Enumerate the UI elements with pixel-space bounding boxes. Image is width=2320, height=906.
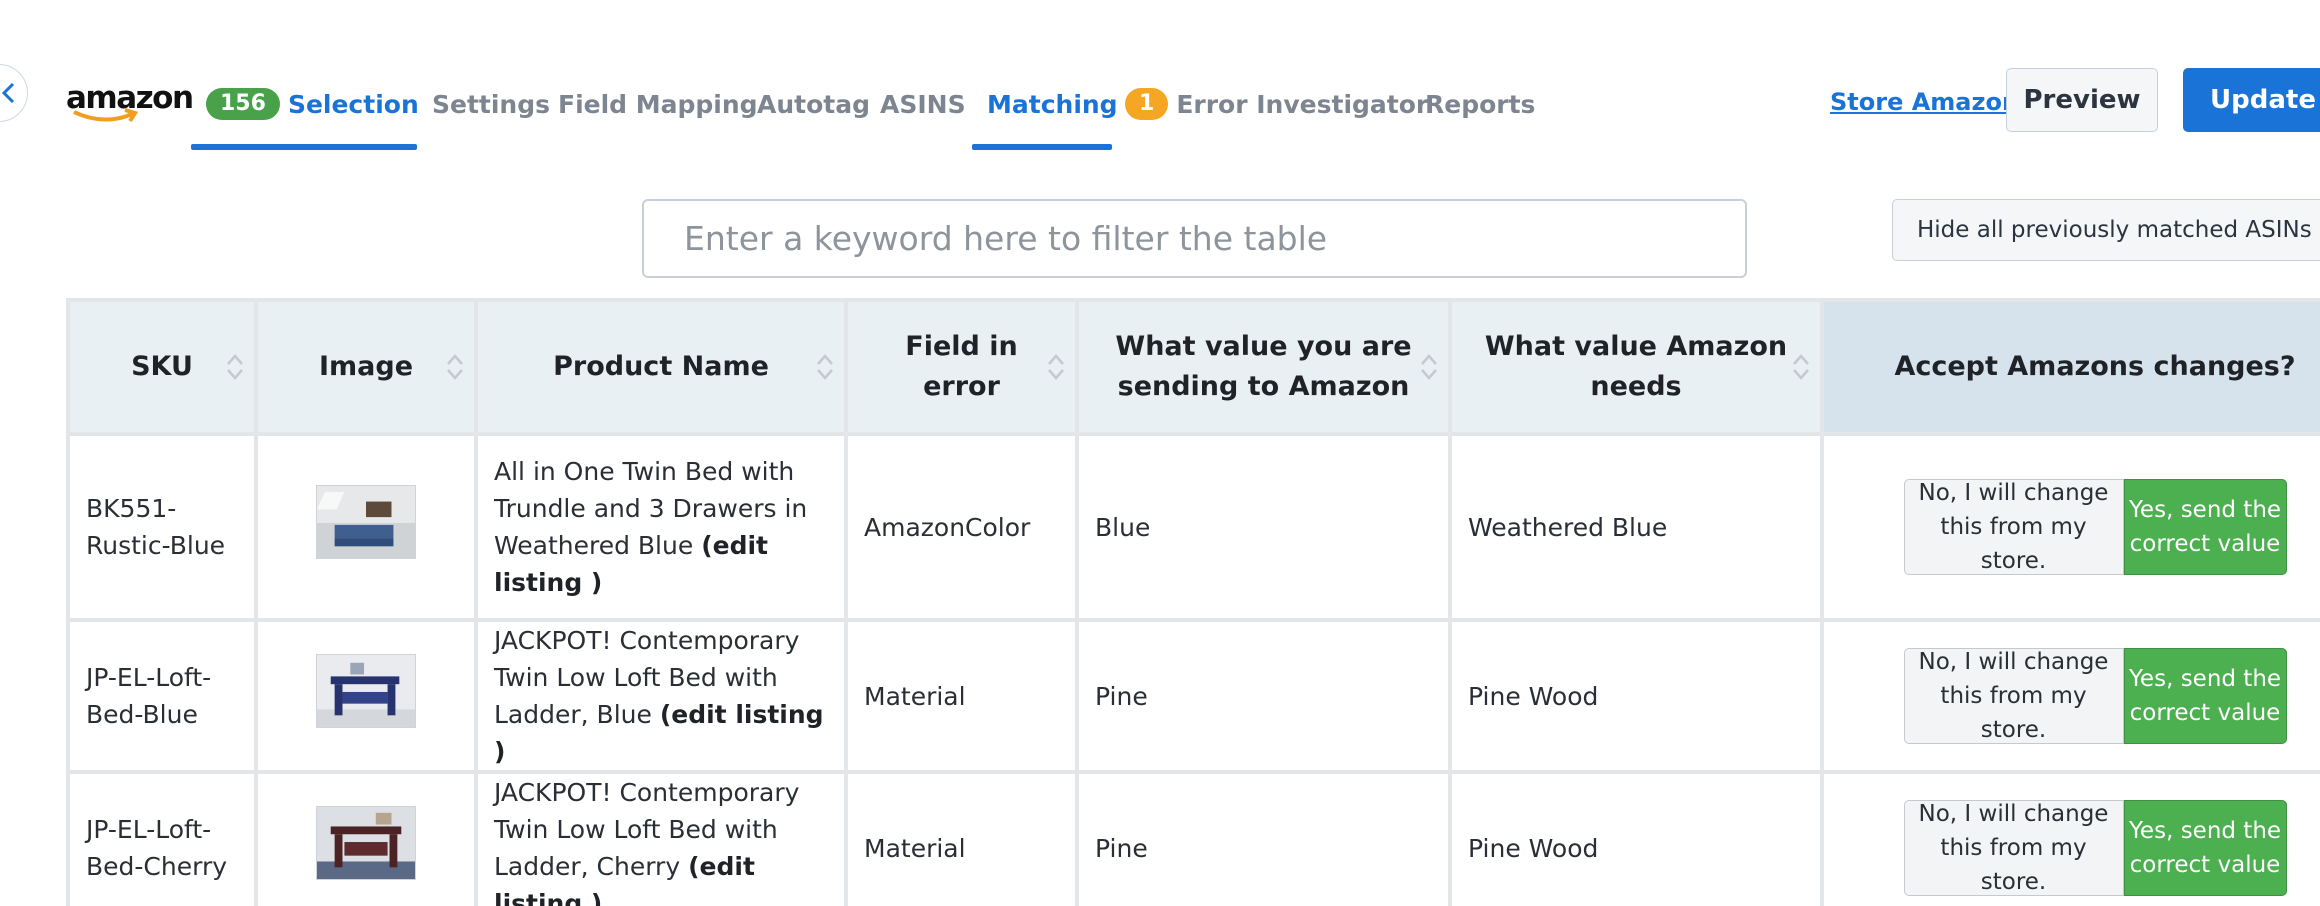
reject-change-button[interactable]: No, I will change this from my store.	[1903, 800, 2124, 896]
sending-value-cell: Pine	[1075, 770, 1452, 906]
sku-cell: JP-EL-Loft-Bed-Blue	[66, 618, 258, 774]
sending-value-cell: Blue	[1075, 432, 1452, 622]
sort-icon	[1793, 354, 1809, 380]
sort-icon	[1421, 354, 1437, 380]
field-in-error-cell: Material	[844, 618, 1079, 774]
update-button[interactable]: Update	[2183, 68, 2320, 132]
table-row: JP-EL-Loft-Bed-Blue JACKPOT! Contemporar…	[66, 618, 2320, 774]
column-header-amazon-value[interactable]: What value Amazon needs	[1448, 298, 1824, 436]
column-header-accept-changes[interactable]: Accept Amazons changes?	[1820, 298, 2320, 436]
accept-choice-group: No, I will change this from my store. Ye…	[1840, 800, 2320, 896]
column-header-sending-value[interactable]: What value you are sending to Amazon	[1075, 298, 1452, 436]
amazon-value-cell: Pine Wood	[1448, 618, 1824, 774]
product-thumbnail[interactable]	[316, 485, 416, 559]
column-header-label: What value Amazon needs	[1484, 331, 1788, 402]
error-table: SKU Image Product Name Field in error Wh…	[66, 298, 2320, 906]
sku-cell: BK551-Rustic-Blue	[66, 432, 258, 622]
sending-value-cell: Pine	[1075, 618, 1452, 774]
accept-choice-group: No, I will change this from my store. Ye…	[1840, 479, 2320, 575]
accept-changes-cell: No, I will change this from my store. Ye…	[1820, 618, 2320, 774]
table-row: JP-EL-Loft-Bed-Cherry JACKPOT! Contempor…	[66, 770, 2320, 906]
active-tab-indicator	[972, 144, 1112, 150]
reject-change-button[interactable]: No, I will change this from my store.	[1903, 648, 2124, 744]
smile-arrow-icon	[73, 108, 139, 123]
column-header-label: Field in error	[905, 331, 1018, 402]
table-row: BK551-Rustic-Blue All in One Twin Bed wi…	[66, 432, 2320, 622]
tab-label: Reports	[1425, 89, 1536, 119]
column-header-image[interactable]: Image	[254, 298, 478, 436]
column-header-product-name[interactable]: Product Name	[474, 298, 848, 436]
product-thumbnail[interactable]	[316, 806, 416, 880]
tab-label: Selection	[287, 89, 419, 119]
column-header-label: Image	[318, 351, 414, 382]
amazon-logo: amazon	[66, 78, 194, 128]
field-in-error-cell: AmazonColor	[844, 432, 1079, 622]
accept-change-button[interactable]: Yes, send the correct value	[2123, 800, 2287, 896]
column-header-label: SKU	[131, 351, 193, 382]
tab-label: Autotag	[757, 89, 870, 119]
sort-icon	[227, 354, 243, 380]
tab-label: Error Investigator	[1176, 89, 1429, 119]
product-name-cell: All in One Twin Bed with Trundle and 3 D…	[474, 432, 848, 622]
store-amazon-link[interactable]: Store Amazon	[1830, 88, 2019, 116]
active-tab-indicator	[191, 144, 417, 150]
tab-field-mapping[interactable]: Field Mapping	[558, 60, 758, 148]
reject-change-button[interactable]: No, I will change this from my store.	[1903, 479, 2124, 575]
product-thumbnail[interactable]	[316, 654, 416, 728]
product-name-cell: JACKPOT! Contemporary Twin Low Loft Bed …	[474, 618, 848, 774]
image-cell	[254, 618, 478, 774]
sku-cell: JP-EL-Loft-Bed-Cherry	[66, 770, 258, 906]
column-header-field-in-error[interactable]: Field in error	[844, 298, 1079, 436]
preview-button[interactable]: Preview	[2006, 68, 2158, 132]
sort-icon	[447, 354, 463, 380]
accept-changes-cell: No, I will change this from my store. Ye…	[1820, 770, 2320, 906]
sort-icon	[817, 354, 833, 380]
accept-change-button[interactable]: Yes, send the correct value	[2123, 479, 2287, 575]
selection-count-badge: 156	[206, 88, 280, 120]
column-header-label: Accept Amazons changes?	[1894, 351, 2296, 382]
collapse-sidebar-button[interactable]	[0, 64, 28, 122]
accept-change-button[interactable]: Yes, send the correct value	[2123, 648, 2287, 744]
table-header-row: SKU Image Product Name Field in error Wh…	[66, 298, 2320, 436]
tab-error-investigator[interactable]: 1 Error Investigator	[1125, 60, 1428, 148]
column-header-label: What value you are sending to Amazon	[1115, 331, 1412, 402]
sort-icon	[1048, 354, 1064, 380]
product-name-cell: JACKPOT! Contemporary Twin Low Loft Bed …	[474, 770, 848, 906]
chevron-left-icon	[1, 82, 15, 104]
tab-label: Settings	[432, 89, 551, 119]
amazon-value-cell: Pine Wood	[1448, 770, 1824, 906]
tab-reports[interactable]: Reports	[1425, 60, 1535, 148]
hide-matched-asins-button[interactable]: Hide all previously matched ASINs	[1892, 199, 2320, 261]
tab-asins[interactable]: ASINS	[880, 60, 966, 148]
column-header-sku[interactable]: SKU	[66, 298, 258, 436]
error-count-badge: 1	[1125, 88, 1169, 120]
column-header-label: Product Name	[553, 351, 769, 382]
filter-search-input[interactable]	[642, 199, 1747, 278]
tab-label: ASINS	[880, 89, 966, 119]
image-cell	[254, 770, 478, 906]
tab-selection[interactable]: 156 Selection	[191, 60, 419, 150]
tab-matching[interactable]: Matching	[972, 60, 1118, 150]
image-cell	[254, 432, 478, 622]
tab-autotag[interactable]: Autotag	[757, 60, 870, 148]
tab-settings[interactable]: Settings	[432, 60, 550, 148]
accept-changes-cell: No, I will change this from my store. Ye…	[1820, 432, 2320, 622]
accept-choice-group: No, I will change this from my store. Ye…	[1840, 648, 2320, 744]
tab-label: Matching	[987, 89, 1118, 119]
field-in-error-cell: Material	[844, 770, 1079, 906]
amazon-value-cell: Weathered Blue	[1448, 432, 1824, 622]
tab-label: Field Mapping	[558, 89, 758, 119]
